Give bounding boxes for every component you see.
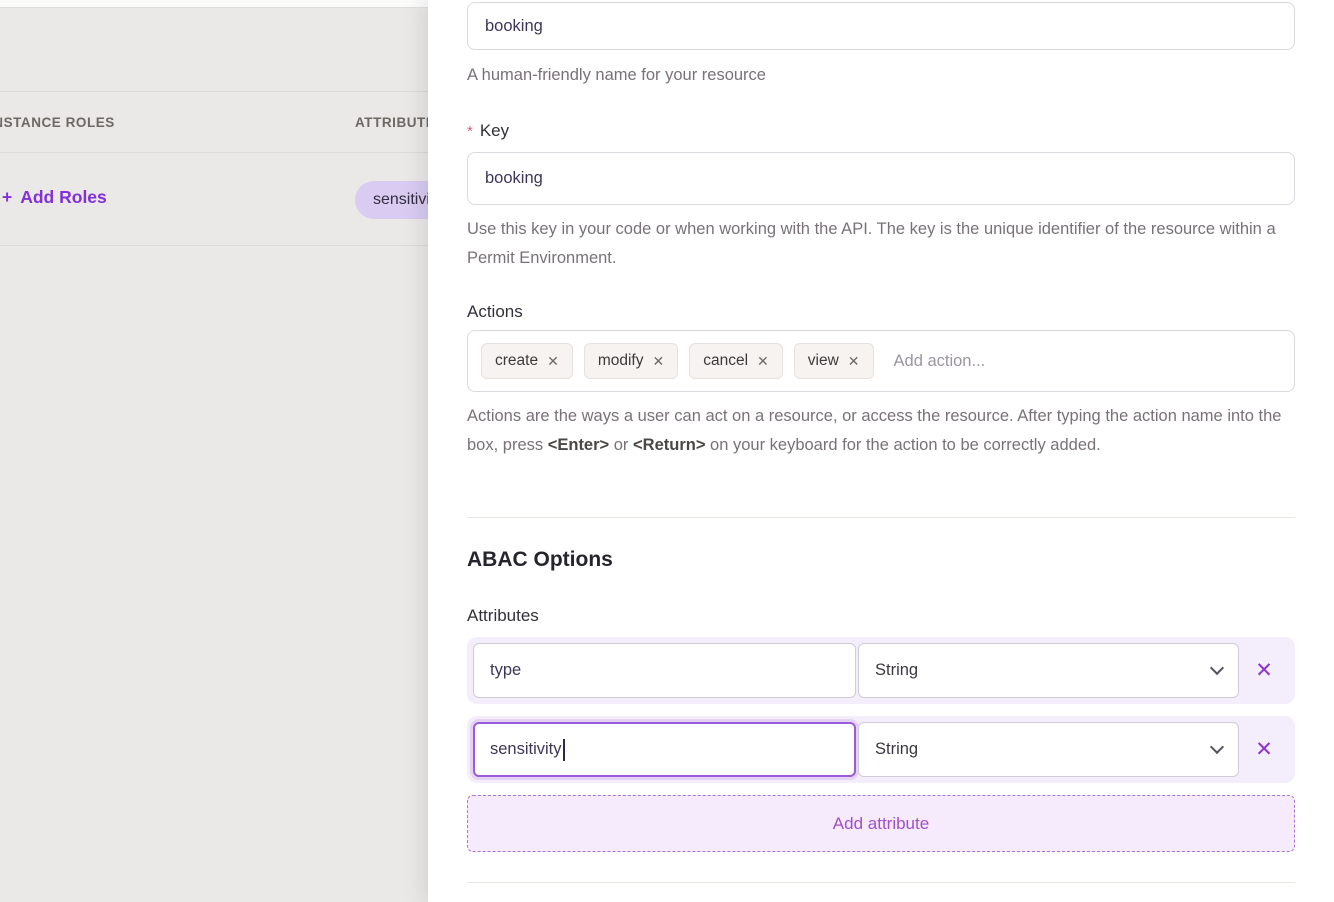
add-roles-button[interactable]: + Add Roles (2, 187, 107, 208)
action-tag: cancel ✕ (689, 343, 783, 379)
return-key-text: <Return> (633, 436, 705, 454)
attribute-type-value: String (875, 740, 918, 759)
remove-attribute-button[interactable]: ✕ (1239, 739, 1289, 760)
key-label: * Key (467, 121, 1295, 141)
remove-tag-icon[interactable]: ✕ (547, 353, 559, 370)
attribute-type-select[interactable]: String (858, 722, 1239, 777)
attribute-type-select[interactable]: String (858, 643, 1239, 698)
section-divider (467, 517, 1295, 518)
action-tag: view ✕ (794, 343, 874, 379)
name-input-value: booking (485, 17, 543, 36)
attribute-row: sensitivity String ✕ (467, 716, 1295, 783)
attributes-label: Attributes (467, 606, 1295, 626)
remove-tag-icon[interactable]: ✕ (652, 353, 664, 370)
attribute-name-input-focused[interactable]: sensitivity (473, 722, 856, 777)
key-input-value: booking (485, 169, 543, 188)
key-helper-text: Use this key in your code or when workin… (467, 215, 1295, 273)
action-tag: create ✕ (481, 343, 573, 379)
remove-tag-icon[interactable]: ✕ (848, 353, 860, 370)
key-label-text: Key (480, 121, 509, 140)
name-input[interactable]: booking (467, 2, 1295, 50)
remove-attribute-button[interactable]: ✕ (1239, 660, 1289, 681)
action-tag-label: view (808, 352, 839, 370)
chevron-down-icon (1210, 740, 1224, 754)
abac-options-heading: ABAC Options (467, 548, 1295, 572)
required-asterisk: * (467, 123, 473, 140)
attribute-type-value: String (875, 661, 918, 680)
actions-helper-part: on your keyboard for the action to be co… (705, 436, 1100, 454)
actions-helper-text: Actions are the ways a user can act on a… (467, 402, 1297, 460)
plus-icon: + (2, 187, 12, 207)
attribute-name-value: type (490, 661, 521, 680)
action-tag-label: modify (598, 352, 644, 370)
section-divider (467, 882, 1295, 883)
enter-key-text: <Enter> (548, 436, 609, 454)
chevron-down-icon (1210, 661, 1224, 675)
actions-helper-part: or (609, 436, 633, 454)
action-tag-label: create (495, 352, 538, 370)
add-action-placeholder[interactable]: Add action... (894, 352, 986, 371)
key-input[interactable]: booking (467, 152, 1295, 205)
attribute-name-value: sensitivity (490, 740, 562, 759)
resource-edit-drawer: booking A human-friendly name for your r… (428, 0, 1334, 902)
action-tag: modify ✕ (584, 343, 678, 379)
add-attribute-button[interactable]: Add attribute (467, 795, 1295, 852)
attribute-name-input[interactable]: type (473, 643, 856, 698)
add-attribute-label: Add attribute (833, 814, 929, 834)
add-roles-label: Add Roles (20, 187, 107, 207)
name-helper-text: A human-friendly name for your resource (467, 61, 1295, 90)
actions-tag-input[interactable]: create ✕ modify ✕ cancel ✕ view ✕ Add ac… (467, 330, 1295, 392)
text-caret (563, 739, 565, 761)
actions-label: Actions (467, 302, 1295, 322)
action-tag-label: cancel (703, 352, 748, 370)
column-header-instance-roles: INSTANCE ROLES (0, 115, 115, 130)
attribute-row: type String ✕ (467, 637, 1295, 704)
remove-tag-icon[interactable]: ✕ (757, 353, 769, 370)
